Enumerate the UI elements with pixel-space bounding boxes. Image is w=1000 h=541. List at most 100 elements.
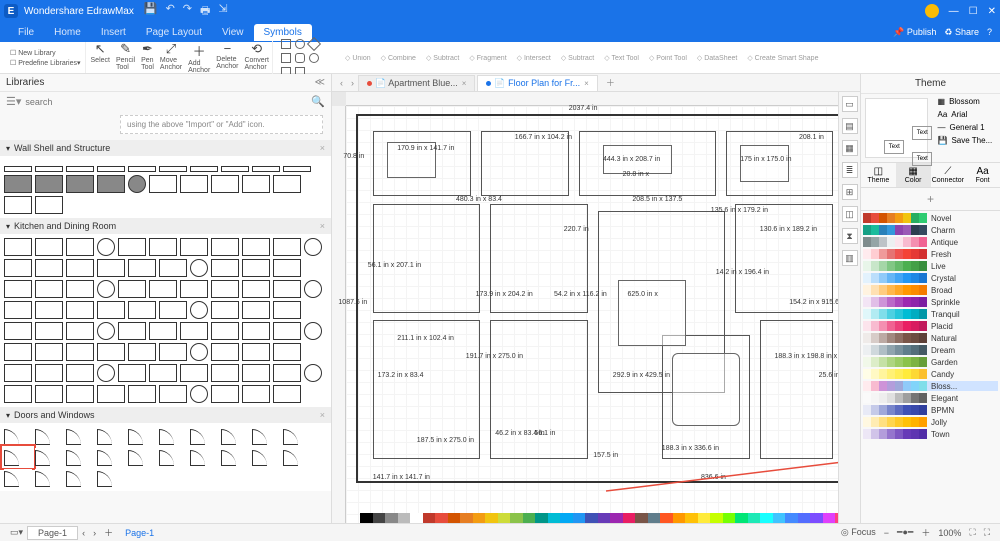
shape-item[interactable] — [66, 259, 94, 277]
library-dropdown-icon[interactable]: ☰▾ — [6, 95, 21, 108]
shape-item[interactable] — [149, 322, 177, 340]
shape-item[interactable] — [4, 322, 32, 340]
zoom-in-icon[interactable]: ＋ — [917, 526, 934, 539]
shape-item[interactable] — [66, 364, 94, 382]
palette-row[interactable]: Dream — [863, 345, 998, 355]
shape-item[interactable] — [283, 448, 311, 466]
zoom-slider[interactable]: ━●━ — [893, 527, 917, 538]
shape-item[interactable] — [149, 364, 177, 382]
shape-item[interactable] — [149, 280, 177, 298]
shape-item[interactable] — [66, 469, 94, 487]
menu-home[interactable]: Home — [44, 24, 91, 41]
theme-tab-theme[interactable]: ◫Theme — [861, 163, 896, 187]
shape-item[interactable] — [149, 175, 177, 193]
palette-row[interactable]: Placid — [863, 321, 998, 331]
floorplan[interactable]: 2037.4 in170.9 in x 141.7 in166.7 in x 1… — [356, 114, 850, 483]
rt-more-icon[interactable]: ▥ — [842, 250, 858, 266]
tab-prev-icon[interactable]: ‹ — [336, 78, 347, 88]
shape-presets[interactable]: ▾ — [275, 39, 335, 77]
shape-item[interactable] — [159, 301, 187, 319]
shape-item[interactable] — [190, 427, 218, 445]
shape-item[interactable] — [118, 322, 146, 340]
new-library-button[interactable]: ☐ New Library — [10, 49, 56, 57]
color-swatch[interactable] — [535, 513, 548, 523]
tab-close-icon[interactable]: × — [462, 79, 467, 88]
color-swatch[interactable] — [448, 513, 461, 523]
shape-item[interactable] — [118, 280, 146, 298]
shape-item[interactable] — [4, 280, 32, 298]
palette-row[interactable]: Antique — [863, 237, 998, 247]
shape-item[interactable] — [304, 238, 322, 256]
section-kitchen[interactable]: Kitchen and Dining Room× — [0, 218, 331, 234]
theme-option-arial[interactable]: AaArial — [936, 109, 997, 120]
theme-tab-connector[interactable]: ⟋Connector — [931, 163, 966, 187]
convert-anchor[interactable]: ⟲ConvertAnchor — [241, 41, 272, 74]
shape-item[interactable] — [35, 238, 63, 256]
shape-item[interactable] — [4, 238, 32, 256]
shape-item[interactable] — [66, 166, 94, 172]
shape-item[interactable] — [97, 364, 115, 382]
section-close-icon[interactable]: × — [320, 221, 325, 231]
color-swatch[interactable] — [435, 513, 448, 523]
pen-tool[interactable]: ✒PenTool — [138, 41, 157, 74]
color-swatch[interactable] — [360, 513, 373, 523]
shape-item[interactable] — [180, 322, 208, 340]
shape-item[interactable] — [4, 448, 32, 466]
shape-item[interactable] — [190, 343, 208, 361]
color-swatch[interactable] — [498, 513, 511, 523]
shape-item[interactable] — [66, 280, 94, 298]
shape-item[interactable] — [149, 238, 177, 256]
minimize-icon[interactable]: — — [949, 6, 959, 17]
export-icon[interactable]: ⇲ — [218, 2, 227, 21]
color-strip[interactable] — [360, 513, 860, 523]
shape-item[interactable] — [97, 427, 125, 445]
theme-tab-font[interactable]: AaFont — [965, 163, 1000, 187]
shape-item[interactable] — [221, 166, 249, 172]
close-icon[interactable]: ✕ — [988, 6, 996, 17]
color-swatch[interactable] — [423, 513, 436, 523]
canvas[interactable]: 2037.4 in170.9 in x 141.7 in166.7 in x 1… — [346, 106, 860, 523]
undo-icon[interactable]: ↶ — [166, 2, 175, 21]
shape-item[interactable] — [35, 301, 63, 319]
shape-item[interactable] — [118, 238, 146, 256]
shape-item[interactable] — [35, 385, 63, 403]
delete-anchor[interactable]: −DeleteAnchor — [213, 41, 241, 74]
color-swatch[interactable] — [798, 513, 811, 523]
shape-item[interactable] — [273, 280, 301, 298]
color-swatch[interactable] — [648, 513, 661, 523]
shape-item[interactable] — [97, 385, 125, 403]
select[interactable]: ↖Select — [88, 41, 113, 74]
shape-item[interactable] — [128, 259, 156, 277]
shape-item[interactable] — [66, 427, 94, 445]
shape-item[interactable] — [4, 385, 32, 403]
shape-item[interactable] — [159, 427, 187, 445]
menu-page-layout[interactable]: Page Layout — [136, 24, 212, 41]
palette-row[interactable]: BPMN — [863, 405, 998, 415]
shape-item[interactable] — [4, 259, 32, 277]
shape-item[interactable] — [180, 364, 208, 382]
shape-item[interactable] — [273, 238, 301, 256]
shape-item[interactable] — [273, 175, 301, 193]
shape-item[interactable] — [242, 301, 270, 319]
shape-item[interactable] — [118, 364, 146, 382]
shape-item[interactable] — [221, 448, 249, 466]
shape-item[interactable] — [159, 166, 187, 172]
shape-item[interactable] — [128, 448, 156, 466]
shape-item[interactable] — [190, 259, 208, 277]
color-swatch[interactable] — [823, 513, 836, 523]
shape-item[interactable] — [35, 280, 63, 298]
shape-item[interactable] — [242, 175, 270, 193]
rt-timeline-icon[interactable]: ⧗ — [842, 228, 858, 244]
shape-item[interactable] — [97, 175, 125, 193]
shape-item[interactable] — [66, 322, 94, 340]
color-swatch[interactable] — [573, 513, 586, 523]
page-add-icon[interactable]: ＋ — [100, 526, 117, 539]
color-swatch[interactable] — [523, 513, 536, 523]
rt-image-icon[interactable]: ▦ — [842, 140, 858, 156]
shape-item[interactable] — [211, 238, 239, 256]
shape-item[interactable] — [283, 166, 311, 172]
rt-graph-icon[interactable]: ◫ — [842, 206, 858, 222]
shape-item[interactable] — [242, 322, 270, 340]
shape-item[interactable] — [66, 238, 94, 256]
shape-item[interactable] — [159, 385, 187, 403]
